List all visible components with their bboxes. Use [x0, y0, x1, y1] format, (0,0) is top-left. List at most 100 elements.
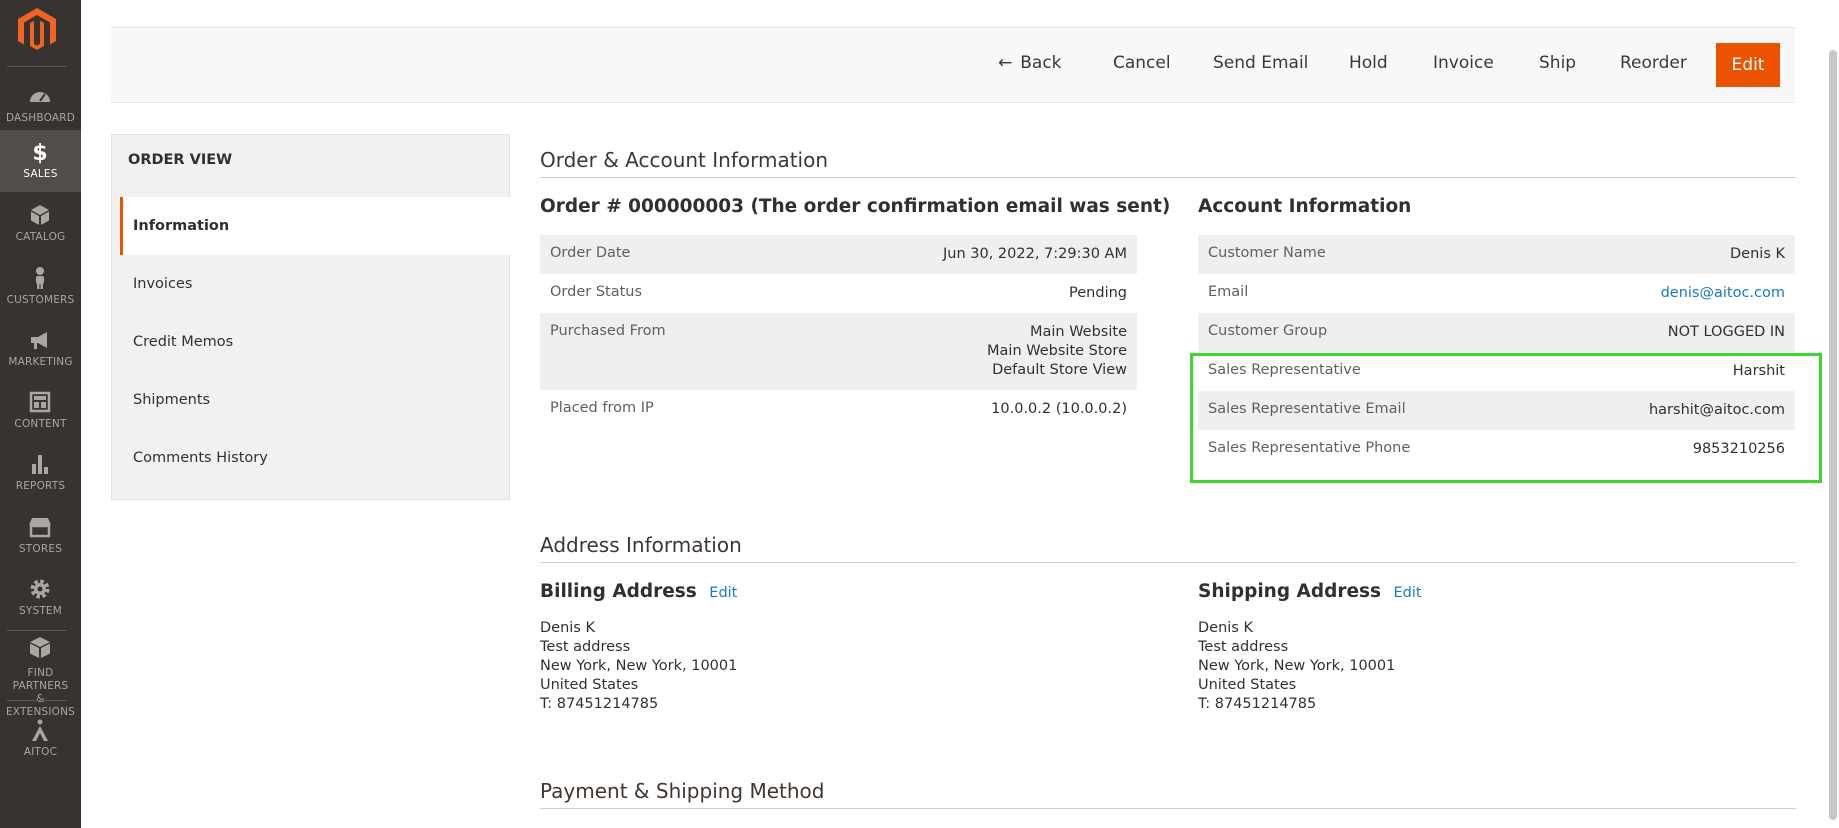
billing-address-title: Billing Address Edit [540, 581, 737, 602]
table-row: Customer Group NOT LOGGED IN [1198, 313, 1795, 352]
invoice-button[interactable]: Invoice [1433, 53, 1494, 73]
nav-item-customers[interactable]: CUSTOMERS [0, 256, 81, 318]
nav-item-catalog[interactable]: CATALOG [0, 193, 81, 255]
purchased-from-label: Purchased From [550, 323, 666, 339]
package-icon [30, 637, 50, 658]
order-date-value: Jun 30, 2022, 7:29:30 AM [943, 246, 1127, 262]
shipping-address-block: Denis K Test address New York, New York,… [1198, 619, 1395, 714]
section-divider [540, 808, 1796, 809]
section-title-order-account: Order & Account Information [540, 148, 829, 172]
purchased-store: Main Website Store [987, 343, 1127, 359]
aitoc-icon [32, 719, 48, 741]
nav-divider [7, 66, 67, 67]
table-row: Purchased From Main Website Main Website… [540, 313, 1137, 390]
billing-address-label: Billing Address [540, 581, 697, 602]
magento-logo-icon[interactable] [18, 8, 56, 52]
table-row: Email denis@aitoc.com [1198, 274, 1795, 313]
page-scrollbar[interactable] [1827, 0, 1839, 828]
section-title-payment-shipping: Payment & Shipping Method [540, 779, 825, 803]
sales-rep-highlight-box [1190, 353, 1822, 483]
back-label: Back [1020, 53, 1062, 73]
hold-button[interactable]: Hold [1349, 53, 1388, 73]
section-divider [540, 177, 1796, 178]
order-status-label: Order Status [550, 284, 643, 300]
nav-divider [7, 630, 67, 631]
nav-item-dashboard[interactable]: DASHBOARD [0, 74, 81, 136]
email-label: Email [1208, 284, 1249, 300]
nav-label: CUSTOMERS [6, 294, 75, 306]
shipping-address-title: Shipping Address Edit [1198, 581, 1422, 602]
table-row: Order Status Pending [540, 274, 1137, 313]
order-view-title: ORDER VIEW [128, 152, 233, 168]
dashboard-icon [30, 92, 50, 102]
customer-email-link[interactable]: denis@aitoc.com [1661, 285, 1785, 301]
tab-invoices[interactable]: Invoices [120, 255, 510, 313]
billing-street: Test address [540, 639, 631, 655]
shipping-edit-link[interactable]: Edit [1393, 585, 1421, 601]
order-view-panel: ORDER VIEW Information Invoices Credit M… [111, 134, 510, 500]
account-info-title: Account Information [1198, 196, 1412, 217]
nav-label: SYSTEM [18, 605, 63, 617]
reorder-button[interactable]: Reorder [1620, 53, 1687, 73]
order-view-tabs: Information Invoices Credit Memos Shipme… [120, 197, 510, 487]
nav-item-marketing[interactable]: MARKETING [0, 318, 81, 380]
table-row: Order Date Jun 30, 2022, 7:29:30 AM [540, 235, 1137, 274]
dollar-icon: $ [32, 141, 47, 164]
cancel-button[interactable]: Cancel [1113, 53, 1171, 73]
shipping-phone: T: 87451214785 [1198, 696, 1317, 712]
customer-name-label: Customer Name [1208, 245, 1326, 261]
tab-credit-memos[interactable]: Credit Memos [120, 313, 510, 371]
gear-icon [30, 579, 50, 599]
nav-item-stores[interactable]: STORES [0, 505, 81, 567]
billing-address-block: Denis K Test address New York, New York,… [540, 619, 737, 714]
send-email-button[interactable]: Send Email [1213, 53, 1308, 73]
purchased-from-value: Main Website Main Website Store Default … [987, 323, 1127, 380]
nav-label: STORES [18, 543, 63, 555]
billing-country: United States [540, 677, 639, 693]
table-row: Placed from IP 10.0.0.2 (10.0.0.2) [540, 390, 1137, 429]
layout-icon [29, 391, 51, 413]
admin-sidebar: DASHBOARD $ SALES CATALOG CUSTOMERS MARK… [0, 0, 81, 828]
nav-label: CONTENT [14, 418, 67, 430]
nav-item-content[interactable]: CONTENT [0, 380, 81, 442]
shipping-country: United States [1198, 677, 1297, 693]
svg-text:$: $ [32, 141, 47, 164]
arrow-left-icon: ← [998, 53, 1013, 73]
storefront-icon [29, 518, 51, 538]
megaphone-icon [31, 332, 47, 349]
nav-item-find-partners[interactable]: FIND PARTNERS & EXTENSIONS [0, 633, 81, 718]
nav-item-sales[interactable]: $ SALES [0, 130, 81, 192]
tab-information[interactable]: Information [120, 197, 510, 255]
order-title: Order # 000000003 (The order confirmatio… [540, 196, 1171, 217]
ship-button[interactable]: Ship [1539, 53, 1576, 73]
billing-name: Denis K [540, 620, 595, 636]
back-button[interactable]: ← Back [998, 53, 1062, 73]
nav-label-line1: FIND PARTNERS [12, 667, 69, 692]
table-row: Customer Name Denis K [1198, 235, 1795, 274]
nav-item-system[interactable]: SYSTEM [0, 567, 81, 629]
customer-group-value: NOT LOGGED IN [1667, 324, 1785, 340]
order-status-value: Pending [1069, 285, 1127, 301]
tab-shipments[interactable]: Shipments [120, 371, 510, 429]
order-info-table: Order Date Jun 30, 2022, 7:29:30 AM Orde… [540, 235, 1137, 429]
placed-ip-value: 10.0.0.2 (10.0.0.2) [991, 401, 1127, 417]
person-icon [36, 267, 44, 289]
purchased-website: Main Website [1029, 324, 1127, 340]
section-divider [540, 562, 1796, 563]
shipping-address-label: Shipping Address [1198, 581, 1382, 602]
tab-comments-history[interactable]: Comments History [120, 429, 510, 487]
nav-item-aitoc[interactable]: AITOC [0, 708, 81, 770]
nav-divider [7, 700, 67, 701]
scrollbar-thumb[interactable] [1829, 50, 1837, 820]
bar-chart-icon [32, 455, 48, 474]
edit-button[interactable]: Edit [1716, 43, 1780, 87]
billing-phone: T: 87451214785 [540, 696, 659, 712]
page-actions-bar: ← Back Cancel Send Email Hold Invoice Shi… [111, 27, 1795, 103]
shipping-name: Denis K [1198, 620, 1253, 636]
customer-name-value: Denis K [1730, 246, 1785, 262]
nav-label: AITOC [23, 746, 58, 758]
nav-item-reports[interactable]: REPORTS [0, 442, 81, 504]
billing-edit-link[interactable]: Edit [709, 585, 737, 601]
shipping-street: Test address [1198, 639, 1289, 655]
nav-label: MARKETING [8, 356, 73, 368]
